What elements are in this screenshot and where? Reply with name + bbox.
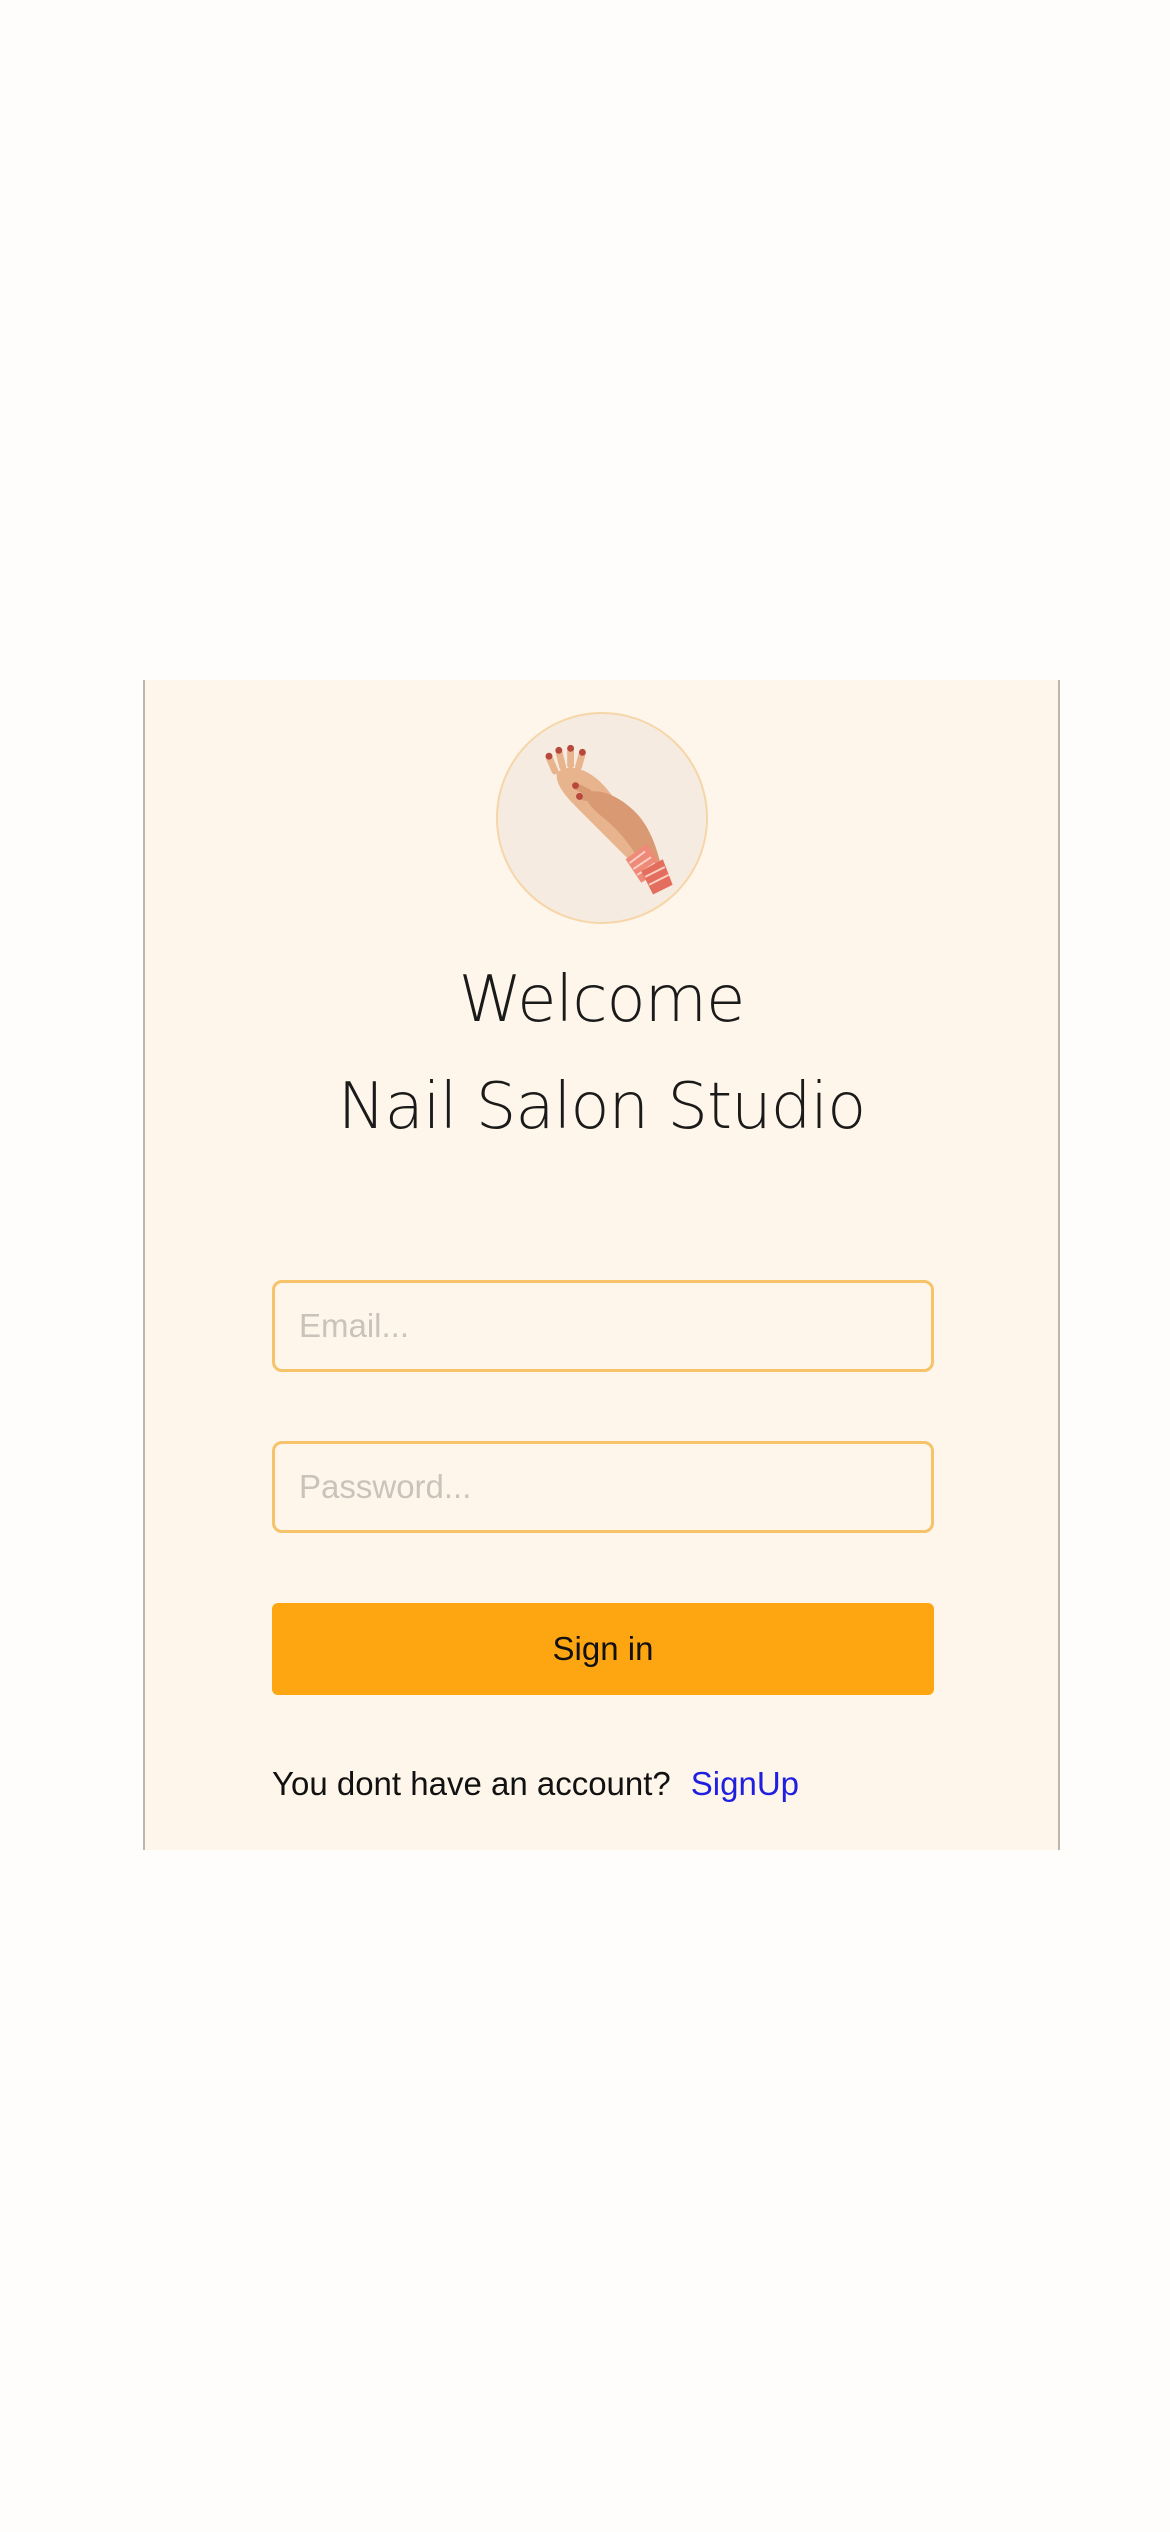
sign-in-button[interactable]: Sign in — [272, 1603, 934, 1695]
signup-link[interactable]: SignUp — [691, 1765, 799, 1802]
signup-prompt-text: You dont have an account? — [272, 1765, 671, 1802]
password-field[interactable] — [272, 1441, 934, 1533]
login-screen: Welcome Nail Salon Studio Sign in You do… — [0, 0, 1170, 2532]
signup-prompt-row: You dont have an account? SignUp — [272, 1765, 799, 1803]
app-name-heading: Nail Salon Studio — [337, 1070, 867, 1144]
email-field[interactable] — [272, 1280, 934, 1372]
hands-manicure-icon — [496, 712, 708, 924]
welcome-heading: Welcome — [458, 963, 746, 1037]
login-card: Welcome Nail Salon Studio Sign in You do… — [143, 680, 1060, 1850]
